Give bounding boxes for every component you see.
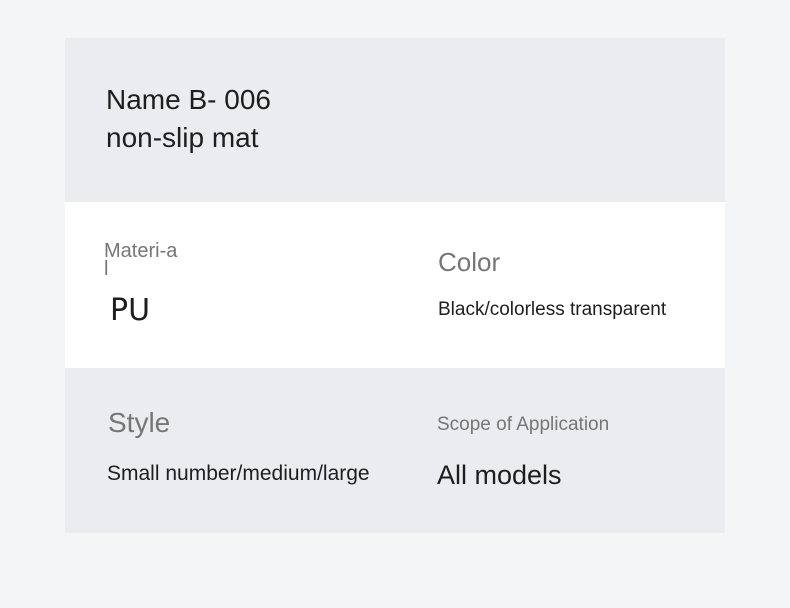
product-type: non-slip mat [106,122,259,153]
material-color-row: Materi-al PU Color Black/colorless trans… [65,202,725,368]
color-value: Black/colorless transparent [438,299,667,320]
material-value: PU [110,293,151,328]
scope-label: Scope of Application [437,414,610,435]
product-name: Name B- 006 [106,84,271,115]
style-scope-row: Style Small number/medium/large Scope of… [65,368,725,533]
product-spec-card: Name B- 006 non-slip mat Materi-al PU Co… [65,38,725,533]
style-value: Small number/medium/large [107,462,370,485]
color-label: Color [438,247,501,277]
scope-value: All models [437,460,562,490]
title-band: Name B- 006 non-slip mat [65,38,725,202]
material-label: Materi-al [104,240,178,280]
style-label: Style [108,407,171,438]
